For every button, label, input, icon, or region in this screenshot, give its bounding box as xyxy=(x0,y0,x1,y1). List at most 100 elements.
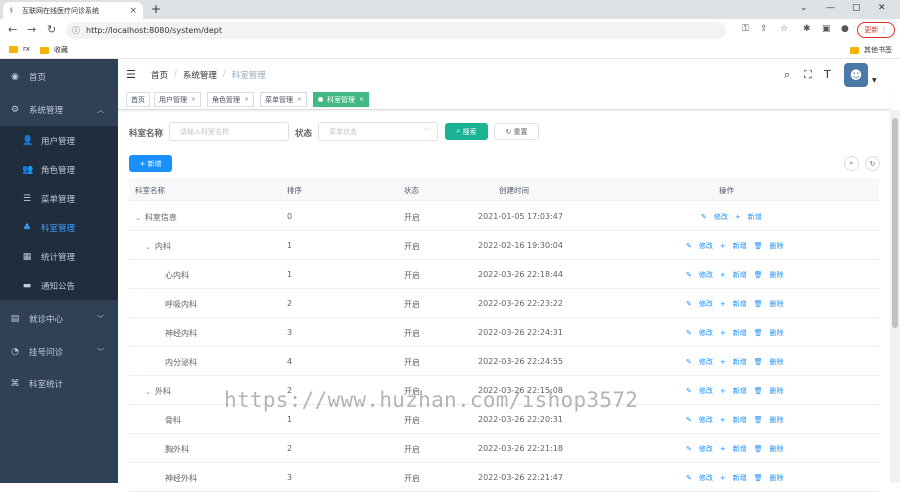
star-icon[interactable]: ☆ xyxy=(780,24,788,34)
expand-chevron-icon[interactable]: ⌄ xyxy=(145,388,151,396)
add-button[interactable]: + 新增 xyxy=(129,155,172,172)
close-window-icon[interactable]: ✕ xyxy=(878,3,886,13)
stats-icon: ⌘ xyxy=(10,378,20,389)
row-actions: ✎ 修改 + 新增 🗑 删除 xyxy=(686,473,791,483)
maximize-icon[interactable]: ▢ xyxy=(852,3,861,13)
font-size-icon[interactable]: T xyxy=(824,68,831,81)
scrollbar[interactable] xyxy=(890,110,900,483)
close-icon[interactable]: × xyxy=(244,96,249,103)
edit-button[interactable]: ✎ 修改 xyxy=(701,213,728,221)
update-button[interactable]: 更新 ⋮ xyxy=(857,22,895,38)
status-cell: 开启 xyxy=(404,358,420,367)
minimize-icon[interactable]: — xyxy=(826,3,835,13)
sidebar-item-dept[interactable]: ♣ 科室管理 xyxy=(0,213,118,242)
delete-button[interactable]: 🗑 删除 xyxy=(754,329,784,337)
sidebar-item-register[interactable]: ◔ 挂号问诊 ﹀ xyxy=(0,337,118,366)
sidebar-item-notice[interactable]: ▬ 通知公告 xyxy=(0,271,118,300)
add-child-button[interactable]: + 新增 xyxy=(735,213,762,221)
edit-button[interactable]: ✎ 修改 xyxy=(686,358,713,366)
dept-name-text: 外科 xyxy=(154,387,171,396)
delete-button[interactable]: 🗑 删除 xyxy=(754,242,784,250)
edit-button[interactable]: ✎ 修改 xyxy=(686,387,713,395)
delete-button[interactable]: 🗑 删除 xyxy=(754,416,784,424)
sidebar-item-users[interactable]: 👤 用户管理 xyxy=(0,126,118,155)
sidebar-item-roles[interactable]: 👥 角色管理 xyxy=(0,155,118,184)
add-child-button[interactable]: + 新增 xyxy=(720,387,747,395)
sidebar-item-system[interactable]: ⚙ 系统管理 ︿ xyxy=(0,95,118,124)
delete-button[interactable]: 🗑 删除 xyxy=(754,358,784,366)
avatar[interactable]: ☻ xyxy=(844,63,868,87)
sidebar-item-home[interactable]: ◉ 首页 xyxy=(0,62,118,91)
reload-icon[interactable]: ↻ xyxy=(47,23,56,36)
edit-button[interactable]: ✎ 修改 xyxy=(686,474,713,482)
bookmark-rx[interactable]: rx xyxy=(9,45,30,53)
edit-button[interactable]: ✎ 修改 xyxy=(686,416,713,424)
search-icon[interactable]: ⌕ xyxy=(784,68,790,82)
breadcrumb-home[interactable]: 首页 xyxy=(151,69,168,81)
tag-users[interactable]: 用户管理 × xyxy=(154,92,202,107)
edit-button[interactable]: ✎ 修改 xyxy=(686,300,713,308)
share-icon[interactable]: ⇪ xyxy=(760,24,768,34)
sidepanel-icon[interactable]: ▣ xyxy=(822,24,831,34)
edit-button[interactable]: ✎ 修改 xyxy=(686,242,713,250)
edit-button[interactable]: ✎ 修改 xyxy=(686,329,713,337)
close-icon[interactable]: × xyxy=(191,96,196,103)
delete-button[interactable]: 🗑 删除 xyxy=(754,474,784,482)
browser-tab[interactable]: ⚕ 互联网在线医疗问诊系统 × xyxy=(3,2,143,19)
sidebar-item-dept-stats[interactable]: ⌘ 科室统计 xyxy=(0,369,118,398)
close-icon[interactable]: × xyxy=(297,96,302,103)
back-icon[interactable]: ← xyxy=(8,23,17,36)
sidebar-item-clinic[interactable]: ▤ 就诊中心 ﹀ xyxy=(0,304,118,333)
close-tab-icon[interactable]: × xyxy=(129,6,137,16)
toggle-search-button[interactable]: ⌕ xyxy=(844,156,859,171)
sidebar-item-menus[interactable]: ☰ 菜单管理 xyxy=(0,184,118,213)
tag-home[interactable]: 首页 xyxy=(126,92,150,107)
refresh-button[interactable]: ↻ xyxy=(865,156,880,171)
info-icon[interactable]: ⓘ xyxy=(72,25,80,36)
add-child-button[interactable]: + 新增 xyxy=(720,416,747,424)
action-label: 修改 xyxy=(698,271,713,279)
tag-roles[interactable]: 角色管理 × xyxy=(207,92,255,107)
expand-chevron-icon[interactable]: ⌄ xyxy=(135,214,141,222)
delete-button[interactable]: 🗑 删除 xyxy=(754,300,784,308)
sidebar-item-stats-mgmt[interactable]: ▦ 统计管理 xyxy=(0,242,118,271)
fullscreen-icon[interactable]: ⛶ xyxy=(804,68,812,82)
add-child-button[interactable]: + 新增 xyxy=(720,300,747,308)
add-child-button[interactable]: + 新增 xyxy=(720,445,747,453)
add-child-button[interactable]: + 新增 xyxy=(720,329,747,337)
table-row: 神经内科 3 开启 2022-03-26 22:24:31 ✎ 修改 + 新增 🗑 删除 xyxy=(129,318,879,347)
chevron-down-icon[interactable]: ⌄ xyxy=(800,3,808,13)
scrollbar-thumb[interactable] xyxy=(892,118,898,328)
delete-button[interactable]: 🗑 删除 xyxy=(754,445,784,453)
add-child-button[interactable]: + 新增 xyxy=(720,358,747,366)
caret-down-icon[interactable]: ▼ xyxy=(872,77,877,84)
tag-menus[interactable]: 菜单管理 × xyxy=(260,92,308,107)
plus-icon: + xyxy=(719,474,726,482)
delete-button[interactable]: 🗑 删除 xyxy=(754,387,784,395)
hamburger-icon[interactable]: ☰ xyxy=(126,68,136,81)
action-label: 修改 xyxy=(698,329,713,337)
other-bookmarks[interactable]: 其他书签 xyxy=(850,45,892,55)
add-child-button[interactable]: + 新增 xyxy=(720,474,747,482)
forward-icon[interactable]: → xyxy=(27,23,36,36)
edit-button[interactable]: ✎ 修改 xyxy=(686,271,713,279)
add-child-button[interactable]: + 新增 xyxy=(720,271,747,279)
dept-name-text: 内科 xyxy=(154,242,171,251)
profile-icon[interactable]: ● xyxy=(841,24,849,34)
close-icon[interactable]: × xyxy=(359,96,364,103)
status-select[interactable]: 菜单状态 ﹀ xyxy=(318,122,438,141)
edit-button[interactable]: ✎ 修改 xyxy=(686,445,713,453)
extension-icon[interactable]: ✱ xyxy=(803,24,811,34)
dept-name-input[interactable]: 请输入科室名称 xyxy=(169,122,289,141)
url-field[interactable]: ⓘ http://localhost:8080/system/dept xyxy=(66,22,726,39)
new-tab-icon[interactable]: + xyxy=(151,2,161,16)
tag-dept[interactable]: 科室管理 × xyxy=(313,92,370,107)
status-cell: 开启 xyxy=(404,416,420,425)
reset-button[interactable]: ↻ 重置 xyxy=(494,123,539,140)
expand-chevron-icon[interactable]: ⌄ xyxy=(145,243,151,251)
delete-button[interactable]: 🗑 删除 xyxy=(754,271,784,279)
bookmark-favorites[interactable]: 收藏 xyxy=(40,45,68,55)
add-child-button[interactable]: + 新增 xyxy=(720,242,747,250)
key-icon[interactable]: ⚿ xyxy=(742,24,749,34)
search-button[interactable]: ⌕ 搜索 xyxy=(445,123,488,140)
